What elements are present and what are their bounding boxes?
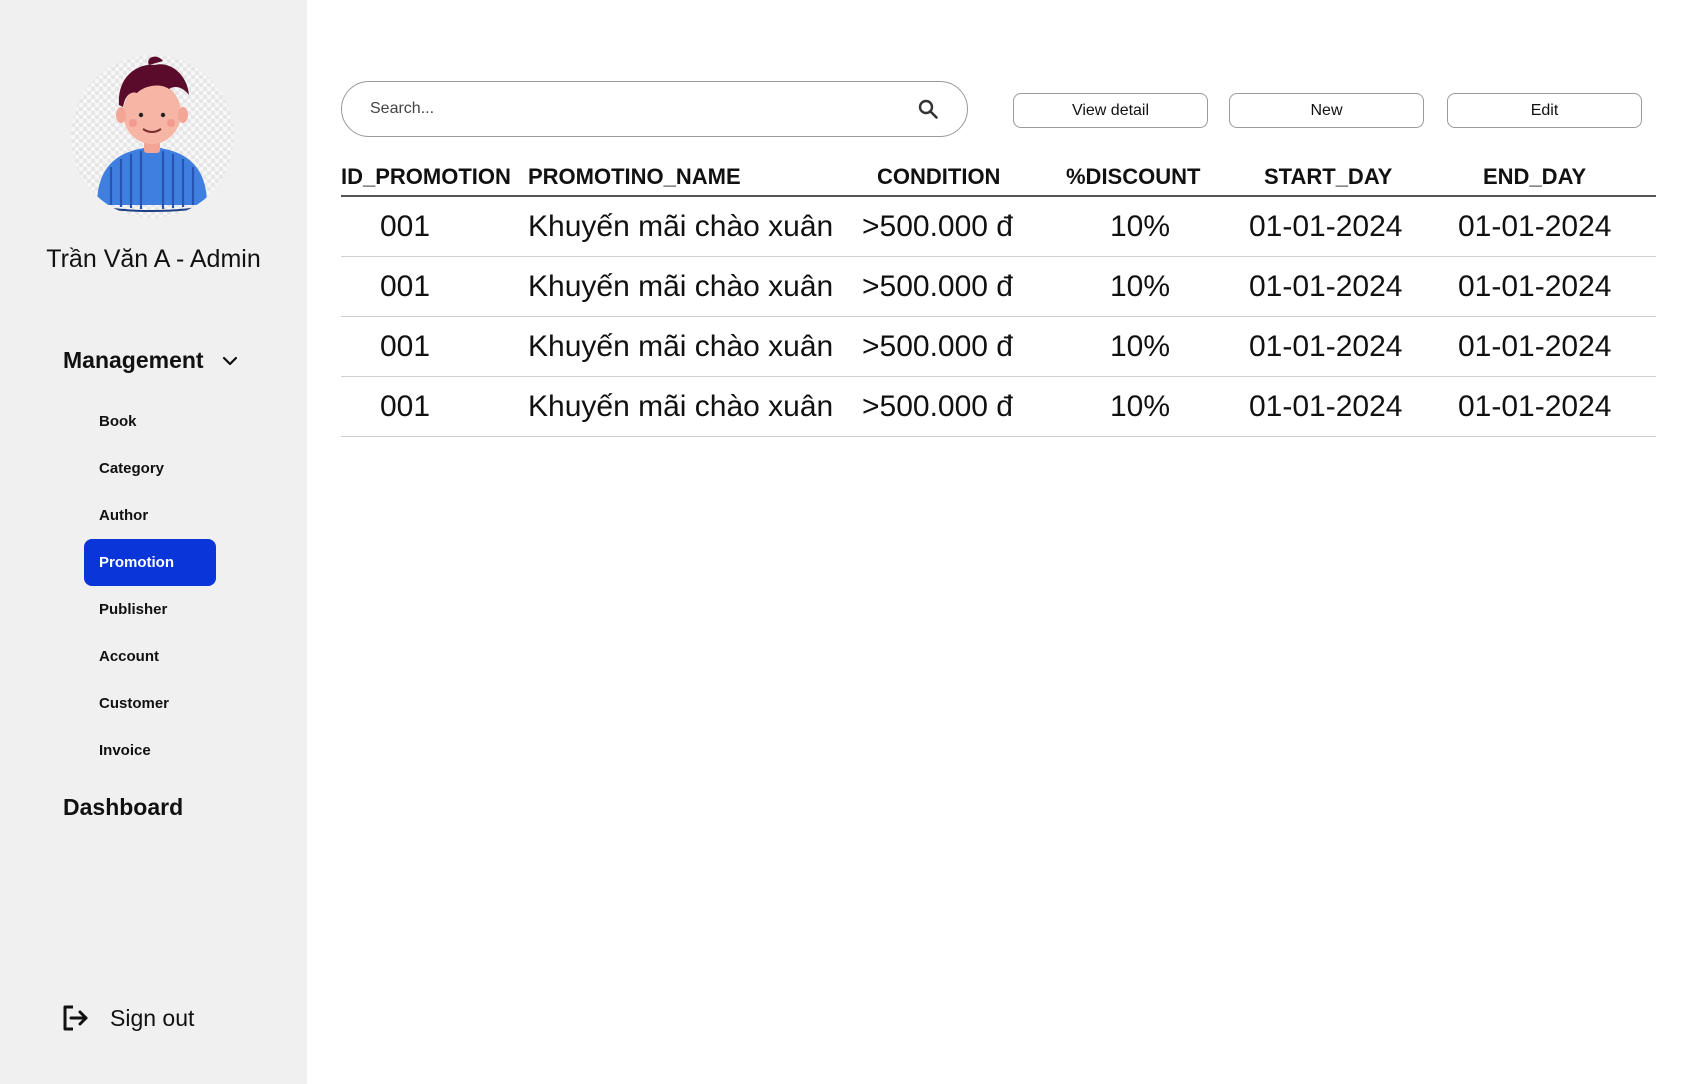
search-input[interactable] [370,100,917,118]
cell-start-day: 01-01-2024 [1249,390,1403,423]
table-row[interactable]: 001 Khuyến mãi chào xuân >500.000 đ 10% … [341,377,1656,437]
sidebar-item-label: Publisher [99,601,168,618]
avatar-illustration [96,56,208,212]
cell-condition: >500.000 đ [862,330,1013,363]
sidebar-item-label: Promotion [99,554,174,571]
sign-out-label: Sign out [110,1004,195,1031]
cell-condition: >500.000 đ [862,390,1013,423]
sidebar-item-publisher[interactable]: Publisher [84,586,216,633]
sidebar-item-customer[interactable]: Customer [84,680,216,727]
cell-end-day: 01-01-2024 [1458,390,1612,423]
table-row[interactable]: 001 Khuyến mãi chào xuân >500.000 đ 10% … [341,317,1656,377]
sidebar-item-invoice[interactable]: Invoice [84,727,216,774]
cell-name: Khuyến mãi chào xuân [528,270,834,303]
search-icon[interactable] [917,98,939,120]
management-toggle[interactable]: Management [63,347,240,374]
sign-out-button[interactable]: Sign out [60,1003,194,1033]
new-button[interactable]: New [1229,93,1424,128]
table-header: ID_PROMOTION PROMOTINO_NAME CONDITION %D… [341,160,1656,197]
sidebar-item-book[interactable]: Book [84,398,216,445]
table-row[interactable]: 001 Khuyến mãi chào xuân >500.000 đ 10% … [341,197,1656,257]
sidebar-item-label: Customer [99,695,170,712]
column-header-discount: %DISCOUNT [1066,164,1201,189]
search-bar [341,81,968,137]
column-header-condition: CONDITION [877,164,1001,189]
edit-button[interactable]: Edit [1447,93,1642,128]
cell-id: 001 [380,270,431,303]
table-row[interactable]: 001 Khuyến mãi chào xuân >500.000 đ 10% … [341,257,1656,317]
sidebar-item-label: Account [99,648,159,665]
cell-name: Khuyến mãi chào xuân [528,210,834,243]
cell-id: 001 [380,330,431,363]
sidebar-item-promotion[interactable]: Promotion [84,539,216,586]
cell-end-day: 01-01-2024 [1458,330,1612,363]
cell-discount: 10% [1110,330,1171,363]
sidebar-item-label: Author [99,507,149,524]
column-header-id-promotion: ID_PROMOTION [341,164,511,189]
cell-name: Khuyến mãi chào xuân [528,390,834,423]
chevron-down-icon [222,356,237,365]
sidebar-item-author[interactable]: Author [84,492,216,539]
sign-out-icon [63,1005,88,1031]
sidebar-item-label: Book [99,413,137,430]
sidebar-item-label: Invoice [99,742,151,759]
avatar [71,55,234,218]
cell-start-day: 01-01-2024 [1249,270,1403,303]
cell-name: Khuyến mãi chào xuân [528,330,834,363]
cell-id: 001 [380,390,431,423]
cell-condition: >500.000 đ [862,210,1013,243]
user-name: Trần Văn A - Admin [46,245,261,273]
column-header-start-day: START_DAY [1264,164,1393,189]
column-header-promotion-name: PROMOTINO_NAME [528,164,741,189]
management-label: Management [63,347,204,373]
cell-condition: >500.000 đ [862,270,1013,303]
column-header-end-day: END_DAY [1483,164,1587,189]
cell-discount: 10% [1110,210,1171,243]
app: Trần Văn A - Admin Management Book Categ… [0,0,1684,1084]
cell-discount: 10% [1110,390,1171,423]
cell-end-day: 01-01-2024 [1458,270,1612,303]
cell-id: 001 [380,210,431,243]
cell-start-day: 01-01-2024 [1249,210,1403,243]
cell-discount: 10% [1110,270,1171,303]
sidebar-item-account[interactable]: Account [84,633,216,680]
sidebar-item-label: Category [99,460,165,477]
sidebar-item-category[interactable]: Category [84,445,216,492]
promotion-table: ID_PROMOTION PROMOTINO_NAME CONDITION %D… [341,160,1656,437]
view-detail-button[interactable]: View detail [1013,93,1208,128]
dashboard-link[interactable]: Dashboard [63,794,183,821]
cell-start-day: 01-01-2024 [1249,330,1403,363]
sidebar: Trần Văn A - Admin Management Book Categ… [0,0,307,1084]
cell-end-day: 01-01-2024 [1458,210,1612,243]
